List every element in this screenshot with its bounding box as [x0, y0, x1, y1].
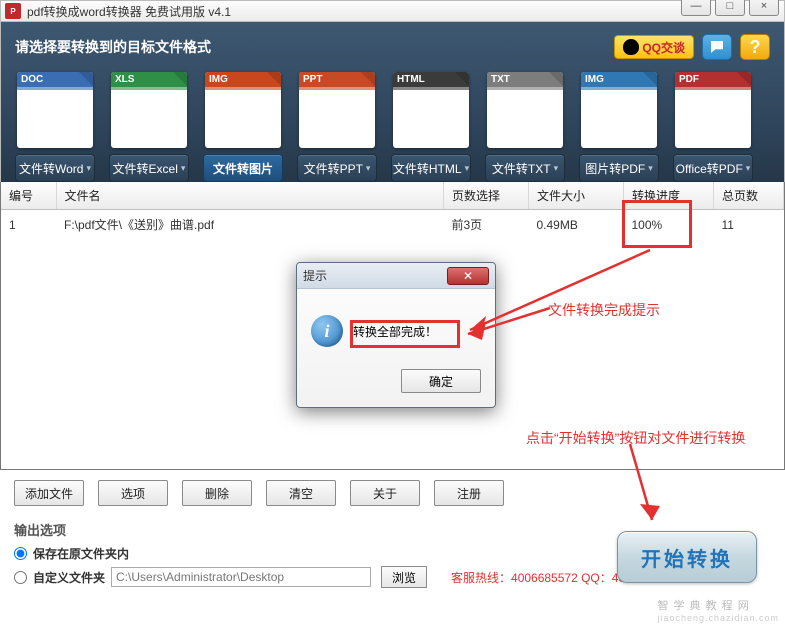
- col-total[interactable]: 总页数: [714, 182, 784, 210]
- start-convert-button[interactable]: 开始转换: [617, 531, 757, 583]
- chevron-down-icon: ▾: [366, 163, 371, 174]
- dialog-title: 提示: [303, 267, 447, 284]
- watermark: 智 学 典 教 程 网 jiaocheng.chazidian.com: [657, 597, 779, 623]
- annotation-box-message: [350, 320, 460, 348]
- chevron-down-icon: ▾: [86, 163, 91, 174]
- col-pages[interactable]: 页数选择: [444, 182, 529, 210]
- col-filename[interactable]: 文件名: [56, 182, 444, 210]
- qq-chat-button[interactable]: QQ交谈: [614, 35, 694, 59]
- qq-penguin-icon: [623, 39, 639, 55]
- dialog-close-button[interactable]: ✕: [447, 267, 489, 285]
- col-number[interactable]: 编号: [1, 182, 56, 210]
- cell-num: 1: [1, 210, 56, 240]
- format-label: 文件转Excel: [113, 160, 178, 177]
- toolbar: 添加文件 选项 删除 清空 关于 注册: [0, 470, 785, 516]
- cell-total: 11: [714, 210, 784, 240]
- clear-button[interactable]: 清空: [266, 480, 336, 506]
- output-path-input[interactable]: [111, 567, 371, 587]
- format-thumb-icon: HTML: [393, 72, 469, 148]
- format-item-文件转Word[interactable]: DOC 文件转Word ▾: [15, 72, 95, 182]
- dialog-ok-button[interactable]: 确定: [401, 369, 481, 393]
- annotation-box-progress: [622, 200, 692, 248]
- format-thumb-icon: DOC: [17, 72, 93, 148]
- header-title: 请选择要转换到的目标文件格式: [15, 37, 614, 57]
- cell-name: F:\pdf文件\《送别》曲谱.pdf: [56, 210, 444, 240]
- options-button[interactable]: 选项: [98, 480, 168, 506]
- chevron-down-icon: ▾: [648, 163, 653, 174]
- radio-save-same-folder-label: 保存在原文件夹内: [33, 547, 129, 561]
- minimize-button[interactable]: —: [681, 0, 711, 16]
- chevron-down-icon: ▾: [746, 163, 751, 174]
- browse-button[interactable]: 浏览: [381, 566, 427, 588]
- format-item-文件转TXT[interactable]: TXT 文件转TXT ▾: [485, 72, 565, 182]
- chat-button[interactable]: [702, 34, 732, 60]
- maximize-button[interactable]: □: [715, 0, 745, 16]
- chevron-down-icon: ▾: [465, 163, 470, 174]
- header: 请选择要转换到的目标文件格式 QQ交谈 ? DOC 文件转Word ▾ XLS 文件转…: [0, 22, 785, 182]
- format-item-文件转HTML[interactable]: HTML 文件转HTML ▾: [391, 72, 471, 182]
- qq-chat-label: QQ交谈: [642, 39, 685, 56]
- format-thumb-icon: XLS: [111, 72, 187, 148]
- speech-bubble-icon: [708, 38, 726, 56]
- format-label: 文件转Word: [19, 160, 83, 177]
- title-bar: P pdf转换成word转换器 免费试用版 v4.1 — □ ×: [0, 0, 785, 22]
- delete-button[interactable]: 删除: [182, 480, 252, 506]
- about-button[interactable]: 关于: [350, 480, 420, 506]
- register-button[interactable]: 注册: [434, 480, 504, 506]
- format-item-Office转PDF[interactable]: PDF Office转PDF ▾: [673, 72, 753, 182]
- radio-custom-folder-label: 自定义文件夹: [33, 571, 105, 585]
- help-button[interactable]: ?: [740, 34, 770, 60]
- format-thumb-icon: IMG: [581, 72, 657, 148]
- format-item-文件转Excel[interactable]: XLS 文件转Excel ▾: [109, 72, 189, 182]
- col-size[interactable]: 文件大小: [529, 182, 624, 210]
- add-file-button[interactable]: 添加文件: [14, 480, 84, 506]
- format-thumb-icon: TXT: [487, 72, 563, 148]
- radio-custom-folder[interactable]: [14, 571, 27, 584]
- info-icon: i: [311, 315, 343, 347]
- format-item-文件转PPT[interactable]: PPT 文件转PPT ▾: [297, 72, 377, 182]
- format-item-文件转图片[interactable]: IMG 文件转图片: [203, 72, 283, 182]
- format-item-图片转PDF[interactable]: IMG 图片转PDF ▾: [579, 72, 659, 182]
- format-label: 文件转图片: [213, 160, 273, 177]
- format-thumb-icon: PPT: [299, 72, 375, 148]
- dialog-titlebar[interactable]: 提示 ✕: [297, 263, 495, 289]
- close-button[interactable]: ×: [749, 0, 779, 16]
- format-label: 文件转TXT: [492, 160, 551, 177]
- format-label: Office转PDF: [676, 160, 743, 177]
- annotation-text-done: 文件转换完成提示: [548, 300, 660, 320]
- app-icon: P: [5, 3, 21, 19]
- chevron-down-icon: ▾: [554, 163, 559, 174]
- format-label: 文件转HTML: [393, 160, 462, 177]
- chevron-down-icon: ▾: [181, 163, 186, 174]
- format-thumb-icon: PDF: [675, 72, 751, 148]
- format-thumb-icon: IMG: [205, 72, 281, 148]
- radio-save-same-folder[interactable]: [14, 547, 27, 560]
- annotation-text-start: 点击“开始转换”按钮对文件进行转换: [526, 428, 745, 448]
- format-label: 文件转PPT: [304, 160, 363, 177]
- cell-size: 0.49MB: [529, 210, 624, 240]
- cell-pages: 前3页: [444, 210, 529, 240]
- format-label: 图片转PDF: [585, 160, 645, 177]
- window-title: pdf转换成word转换器 免费试用版 v4.1: [27, 3, 780, 20]
